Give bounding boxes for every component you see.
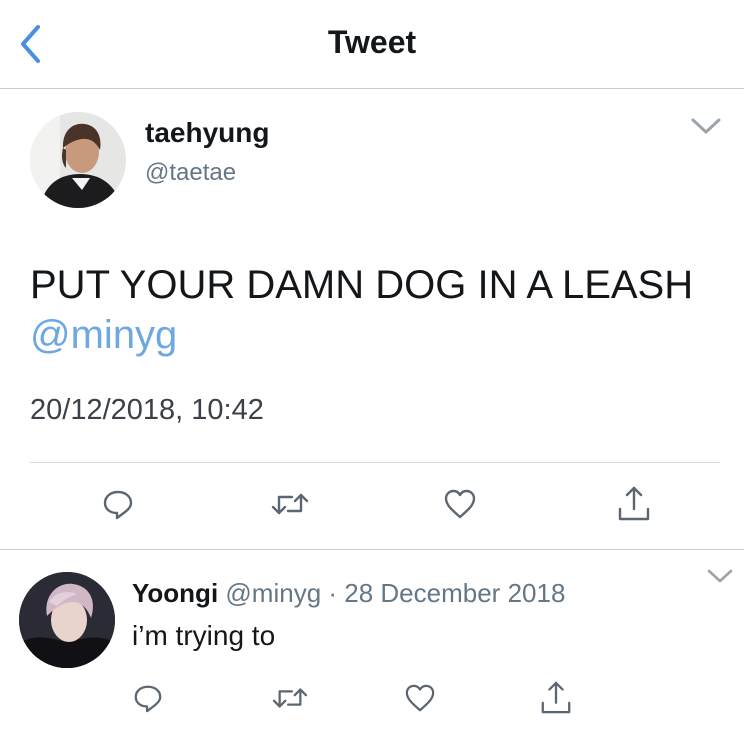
share-button[interactable] xyxy=(614,484,654,524)
retweet-icon xyxy=(271,493,309,515)
tweet-timestamp: 20/12/2018, 10:42 xyxy=(30,394,264,426)
reply-action-bar xyxy=(0,678,744,728)
reply-button[interactable] xyxy=(98,484,138,524)
retweet-icon xyxy=(272,688,308,708)
navigation-bar: Tweet xyxy=(0,0,744,89)
reply-icon xyxy=(134,685,162,713)
reply-reply-button[interactable] xyxy=(128,678,168,718)
reply-text: i’m trying to xyxy=(132,620,276,651)
retweet-button[interactable] xyxy=(270,484,310,524)
avatar-photo xyxy=(30,112,126,208)
chevron-down-icon[interactable] xyxy=(706,568,734,584)
avatar[interactable] xyxy=(30,112,126,208)
avatar-photo xyxy=(19,572,115,668)
like-icon xyxy=(444,489,476,519)
section-divider xyxy=(0,549,744,550)
chevron-down-icon[interactable] xyxy=(690,116,722,136)
divider xyxy=(30,462,720,463)
share-icon xyxy=(618,486,650,521)
reply-avatar[interactable] xyxy=(19,572,115,668)
reply-author-handle[interactable]: @minyg xyxy=(225,578,321,608)
share-icon xyxy=(541,681,571,714)
reply-date: 28 December 2018 xyxy=(344,578,566,608)
like-icon xyxy=(405,684,435,712)
reply-author-name[interactable]: Yoongi xyxy=(132,578,218,608)
reply-share-button[interactable] xyxy=(536,678,576,718)
reply-separator: · xyxy=(321,578,345,608)
author-handle[interactable]: @taetae xyxy=(145,159,236,187)
tweet-body: PUT YOUR DAMN DOG IN A LEASH xyxy=(30,263,694,307)
reply-header: Yoongi @minyg · 28 December 2018 xyxy=(132,578,565,609)
like-button[interactable] xyxy=(440,484,480,524)
page-title: Tweet xyxy=(327,24,417,60)
tweet-detail-screen: Tweet taehyung @taetae PUT YOUR DAMN DOG… xyxy=(0,0,744,739)
reply-retweet-button[interactable] xyxy=(270,678,310,718)
tweet-action-bar xyxy=(0,484,744,534)
tweet-text: PUT YOUR DAMN DOG IN A LEASH @minyg xyxy=(30,260,730,360)
mention-link[interactable]: @minyg xyxy=(30,313,177,357)
reply-like-button[interactable] xyxy=(400,678,440,718)
reply-icon xyxy=(103,490,133,520)
author-name[interactable]: taehyung xyxy=(145,117,269,149)
